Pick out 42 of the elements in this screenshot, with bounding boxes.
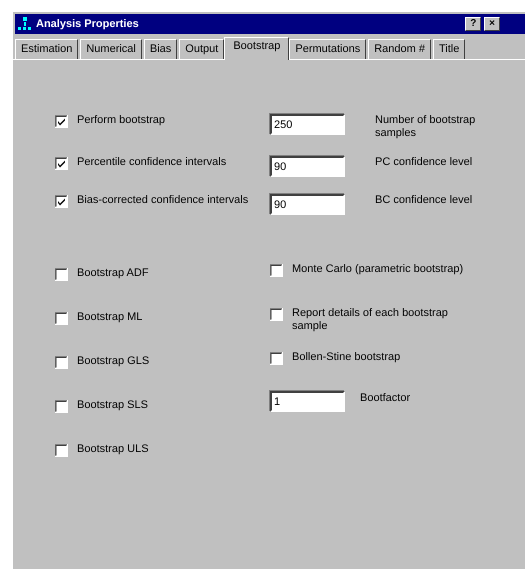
- tab[interactable]: Random #: [368, 39, 431, 59]
- help-button[interactable]: ?: [465, 17, 482, 31]
- checkbox-label: Bootstrap SLS: [77, 399, 148, 412]
- checkbox[interactable]: [55, 195, 68, 208]
- checkbox-label: Bias-corrected confidence intervals: [77, 194, 248, 207]
- checkbox-label: Bootstrap ULS: [77, 443, 149, 456]
- checkbox[interactable]: [55, 356, 68, 370]
- close-button[interactable]: ×: [484, 17, 500, 31]
- tab[interactable]: Permutations: [289, 39, 366, 59]
- checkbox[interactable]: [55, 312, 68, 326]
- checkbox[interactable]: [270, 352, 283, 366]
- checkbox[interactable]: [270, 264, 283, 278]
- checkbox-label: Perform bootstrap: [77, 114, 166, 127]
- app-icon: [17, 16, 33, 32]
- checkbox[interactable]: [55, 400, 68, 414]
- tab[interactable]: Bias: [144, 39, 178, 59]
- field-label: Number of bootstrap samples: [374, 114, 476, 140]
- input-field[interactable]: 1: [270, 391, 345, 412]
- input-field[interactable]: 90: [270, 156, 345, 178]
- checkbox[interactable]: [55, 157, 68, 170]
- field-label: Bootfactor: [359, 391, 412, 405]
- field-label: BC confidence level: [374, 194, 474, 208]
- tab[interactable]: Output: [179, 39, 224, 59]
- tab[interactable]: Numerical: [80, 39, 142, 59]
- checkbox-label: Monte Carlo (parametric bootstrap): [292, 263, 464, 276]
- checkbox-label: Bootstrap GLS: [77, 355, 150, 368]
- input-field[interactable]: 250: [270, 114, 345, 135]
- window-title: Analysis Properties: [36, 18, 140, 30]
- checkbox-label: Bollen-Stine bootstrap: [292, 351, 400, 364]
- checkbox[interactable]: [270, 308, 283, 322]
- checkbox-label: Percentile confidence intervals: [77, 156, 226, 169]
- tab[interactable]: Title: [432, 39, 466, 59]
- checkbox[interactable]: [55, 444, 68, 458]
- field-label: PC confidence level: [374, 156, 474, 170]
- tab[interactable]: Estimation: [15, 39, 78, 59]
- input-field[interactable]: 90: [270, 194, 345, 216]
- checkbox-label: Bootstrap ADF: [77, 267, 149, 280]
- checkbox[interactable]: [55, 115, 68, 128]
- checkbox[interactable]: [55, 268, 68, 282]
- tab[interactable]: Bootstrap: [224, 37, 290, 60]
- checkbox-label: Report details of each bootstrap sample: [292, 307, 449, 333]
- checkbox-label: Bootstrap ML: [77, 311, 142, 324]
